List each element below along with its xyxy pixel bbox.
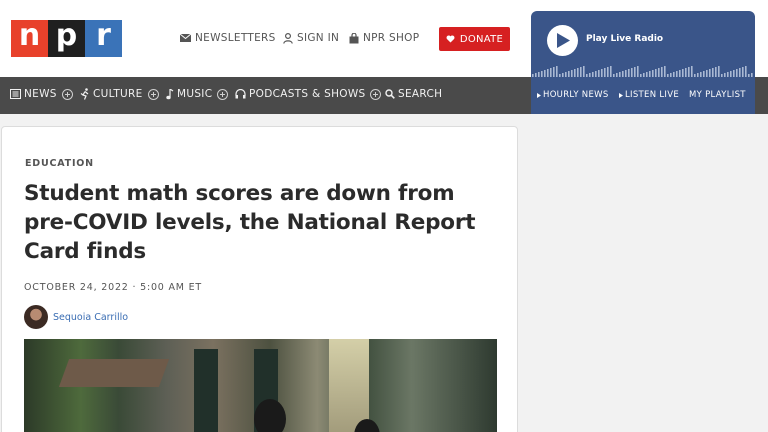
photo-roof <box>58 359 170 387</box>
nav-culture-label: CULTURE <box>93 88 143 100</box>
shopping-bag-icon <box>349 32 359 43</box>
photo-window <box>194 349 218 432</box>
hourly-news-label: HOURLY NEWS <box>543 90 609 100</box>
expand-podcasts-icon[interactable] <box>370 88 382 100</box>
article-photo <box>24 339 497 432</box>
radio-sub-nav: HOURLY NEWS LISTEN LIVE MY PLAYLIST <box>531 77 755 114</box>
listen-live-link[interactable]: LISTEN LIVE <box>619 90 679 100</box>
npr-shop-label: NPR SHOP <box>363 32 420 44</box>
nav-item-news[interactable]: NEWS <box>10 88 73 100</box>
listen-live-label: LISTEN LIVE <box>625 90 679 100</box>
section-label[interactable]: EDUCATION <box>25 158 94 169</box>
nav-item-culture[interactable]: CULTURE <box>80 88 159 100</box>
logo-letter-n: n <box>11 20 48 57</box>
nav-item-podcasts-shows[interactable]: PODCASTS & SHOWS <box>235 88 382 100</box>
news-icon <box>10 89 21 99</box>
byline: Sequoia Carrillo <box>24 305 128 329</box>
user-icon <box>283 32 293 44</box>
nav-search-label: SEARCH <box>398 88 443 100</box>
donate-button[interactable]: DONATE <box>439 27 510 51</box>
npr-shop-link[interactable]: NPR SHOP <box>349 32 419 44</box>
photo-doorway <box>329 339 369 432</box>
expand-music-icon[interactable] <box>217 88 229 100</box>
my-playlist-link[interactable]: MY PLAYLIST <box>689 90 746 100</box>
search-icon <box>385 89 395 99</box>
nav-item-music[interactable]: MUSIC <box>166 88 229 100</box>
sign-in-label: SIGN IN <box>297 32 340 44</box>
audio-wave-graphic <box>532 66 753 77</box>
author-avatar[interactable] <box>24 305 48 329</box>
nav-podcasts-label: PODCASTS & SHOWS <box>249 88 366 100</box>
headphones-icon <box>235 89 246 99</box>
article-card: EDUCATION Student math scores are down f… <box>1 126 518 432</box>
play-button[interactable] <box>547 25 578 56</box>
nav-music-label: MUSIC <box>177 88 213 100</box>
play-live-radio-label[interactable]: Play Live Radio <box>586 34 663 44</box>
article-headline: Student math scores are down from pre-CO… <box>24 181 476 264</box>
expand-culture-icon[interactable] <box>147 88 159 100</box>
photo-person <box>254 399 286 432</box>
nav-news-label: NEWS <box>24 88 57 100</box>
music-note-icon <box>166 88 174 99</box>
hourly-news-link[interactable]: HOURLY NEWS <box>537 90 609 100</box>
sign-in-link[interactable]: SIGN IN <box>283 32 339 44</box>
my-playlist-label: MY PLAYLIST <box>689 90 746 100</box>
author-link[interactable]: Sequoia Carrillo <box>53 312 128 323</box>
play-small-icon <box>619 92 623 98</box>
nav-item-search[interactable]: SEARCH <box>385 88 442 100</box>
publish-date: OCTOBER 24, 2022 · 5:00 AM ET <box>24 282 202 293</box>
newsletters-label: NEWSLETTERS <box>195 32 276 44</box>
donate-label: DONATE <box>459 33 504 45</box>
play-icon <box>557 33 570 48</box>
newsletters-link[interactable]: NEWSLETTERS <box>180 32 276 44</box>
envelope-icon <box>180 34 191 42</box>
logo-letter-p: p <box>48 20 85 57</box>
play-small-icon <box>537 92 541 98</box>
npr-logo[interactable]: n p r <box>11 20 122 57</box>
culture-icon <box>80 88 89 100</box>
logo-letter-r: r <box>85 20 122 57</box>
expand-news-icon[interactable] <box>61 88 73 100</box>
heart-icon <box>446 35 455 43</box>
